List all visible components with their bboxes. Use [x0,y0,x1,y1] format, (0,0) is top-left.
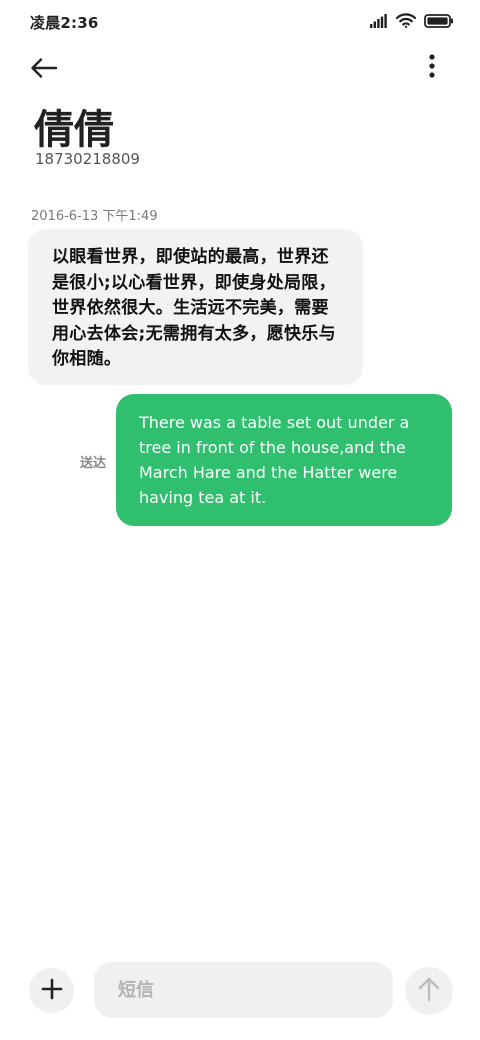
message-timestamp: 2016-6-13 下午1:49 [31,209,158,224]
outgoing-message-text: There was a table set out under a tree i… [139,413,410,507]
incoming-message-text: 以眼看世界，即使站的最高，世界还是很小;以心看世界，即使身处局限，世界依然很大。… [52,247,336,369]
add-attachment-button[interactable] [29,968,74,1013]
battery-icon [424,13,454,32]
send-arrow-up-icon [417,976,441,1006]
contact-number: 18730218809 [35,150,140,168]
more-options-button[interactable] [420,50,444,86]
signal-icon [370,13,388,32]
outgoing-message-bubble[interactable]: There was a table set out under a tree i… [116,394,452,526]
message-input[interactable] [94,962,393,1018]
incoming-message-bubble[interactable]: 以眼看世界，即使站的最高，世界还是很小;以心看世界，即使身处局限，世界依然很大。… [28,229,363,385]
back-button[interactable] [30,52,74,88]
status-bar: 凌晨2:36 [0,0,480,44]
status-time: 凌晨2:36 [30,14,99,32]
wifi-icon [395,12,417,32]
conversation-screen: 凌晨2:36 倩倩 18730218809 2016-6-13 下午1:49 以… [0,0,480,1040]
more-vertical-icon [428,54,436,82]
plus-icon [41,978,63,1004]
delivery-status: 送达 [80,456,107,471]
status-icons [370,12,454,32]
send-button[interactable] [405,967,453,1015]
back-arrow-icon [30,57,58,83]
